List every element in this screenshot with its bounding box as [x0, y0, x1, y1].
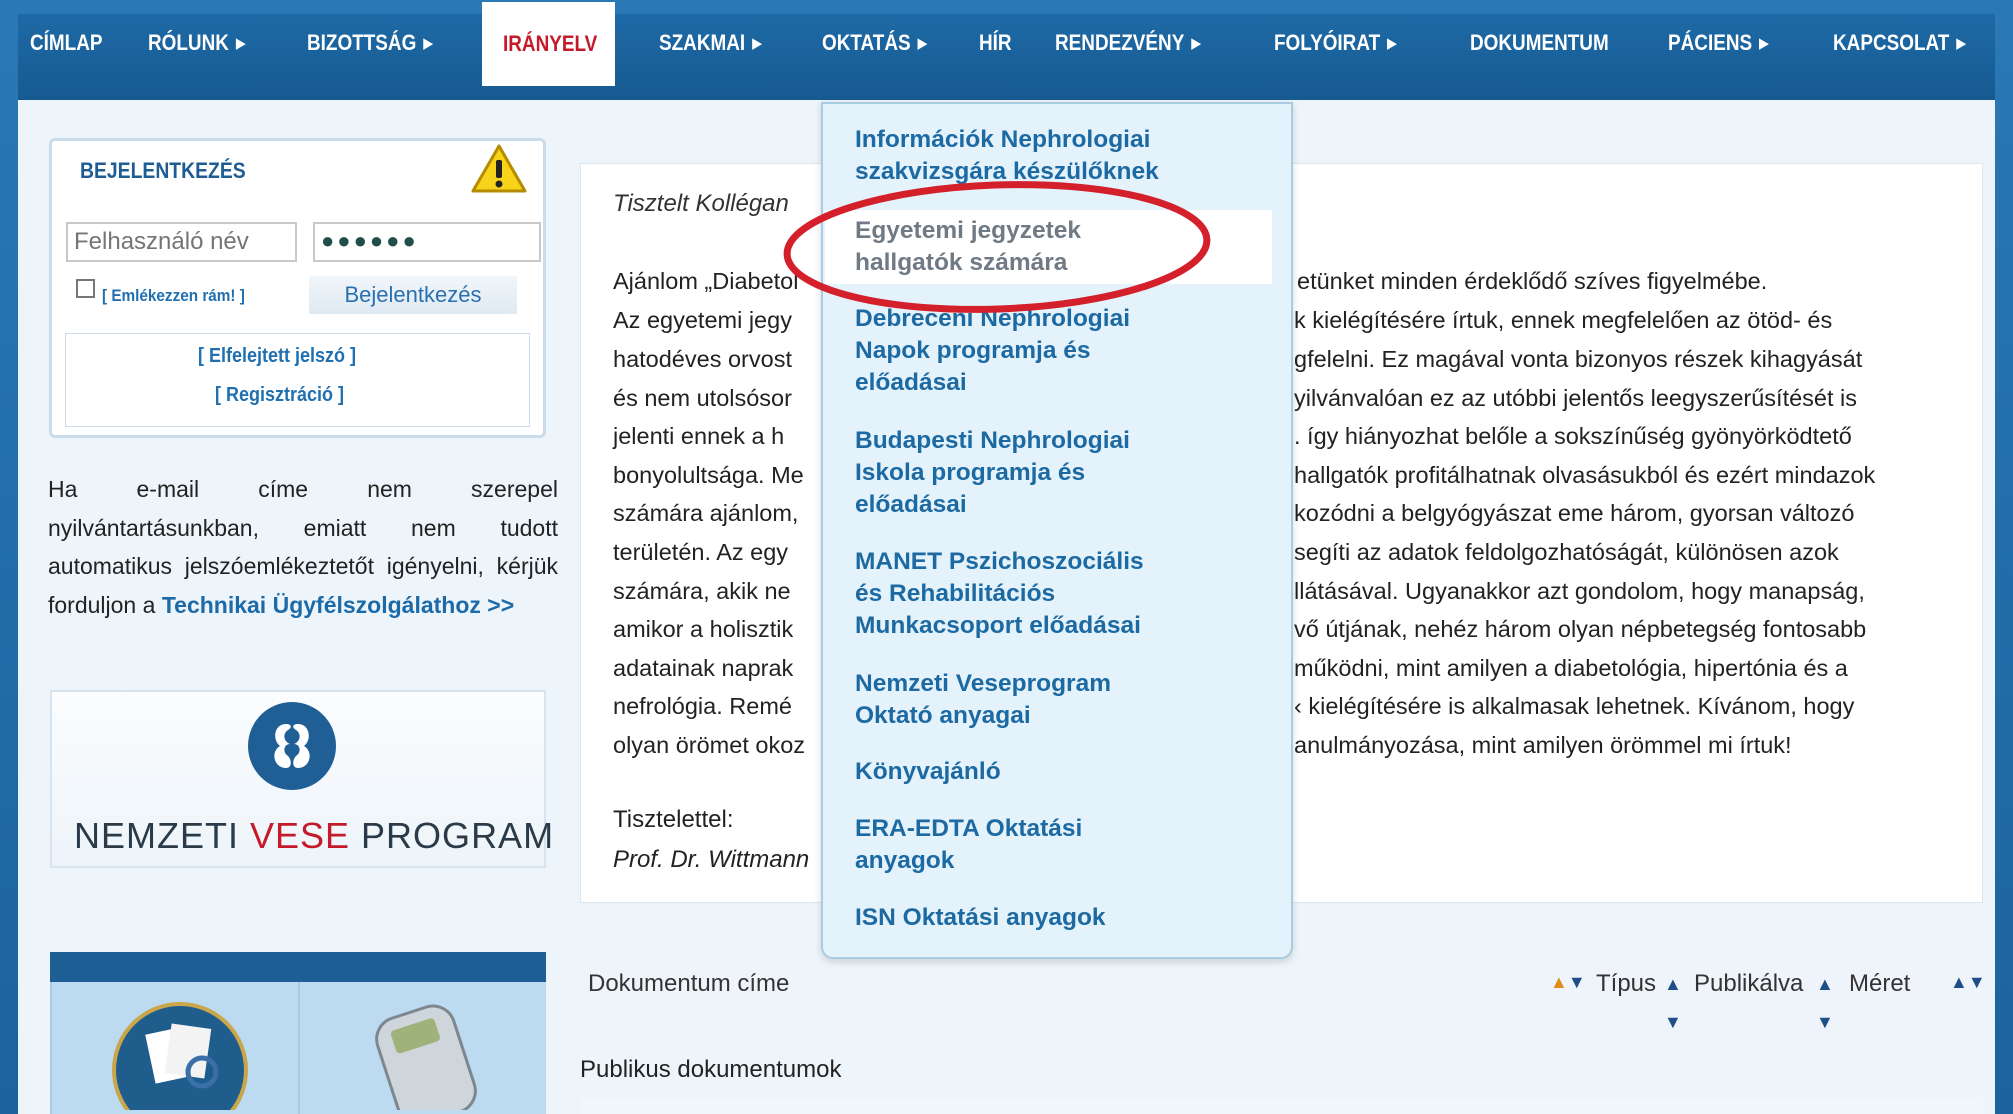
dropdown-item-budapesti[interactable]: Budapesti Nephrologiai Iskola programja é…	[855, 425, 1130, 521]
col-size-label: Méret	[1849, 970, 1911, 997]
nav-arrow-icon: ▶	[917, 35, 928, 53]
letter-line-left: területén. Az egy	[613, 539, 789, 565]
dropdown-item-konyvajanlo[interactable]: Könyvajánló	[855, 756, 1001, 788]
nav-item-hir[interactable]: HÍR	[979, 0, 1012, 86]
calculator-icon	[375, 1004, 477, 1110]
nav-arrow-icon: ▶	[235, 35, 246, 53]
nav-item-dokumentum[interactable]: DOKUMENTUM	[1470, 0, 1609, 86]
letter-line-left: számára, akik ne	[613, 578, 791, 604]
letter-line-left: amikor a holisztik	[613, 616, 794, 642]
letter-line-left: jelenti ennek a h	[613, 423, 785, 449]
nav-arrow-icon: ▶	[752, 35, 762, 53]
nav-arrow-icon: ▶	[1191, 35, 1202, 53]
nav-arrow-icon: ▶	[1956, 35, 1967, 53]
letter-line-left: nefrológia. Remé	[613, 693, 792, 719]
nav-item-rolunk[interactable]: RÓLUNK ▶	[148, 0, 246, 86]
nav-item-bizottsag[interactable]: BIZOTTSÁG ▶	[307, 0, 433, 86]
letter-line-right: . így hiányozhat belőle a sokszínűség gy…	[1294, 423, 1852, 449]
letter-line-right: anulmányozása, mint amilyen örömmel mi í…	[1294, 732, 1792, 758]
remember-checkbox[interactable]	[76, 279, 95, 298]
nav-arrow-icon: ▶	[1758, 35, 1769, 53]
letter-line-left: Ajánlom „Diabetol	[613, 268, 799, 294]
col-published-label: Publikálva	[1694, 970, 1804, 997]
sort-icon[interactable]: ▲▼	[1950, 972, 1986, 993]
dropdown-item-nemzeti-veseprogram[interactable]: Nemzeti Veseprogram Oktató anyagai	[855, 668, 1111, 732]
kidney-logo-icon	[248, 702, 336, 790]
nav-item-szakmai[interactable]: SZAKMAI ▶	[659, 0, 762, 86]
letter-line-right: vő útjának, nehéz három olyan népbetegsé…	[1294, 616, 1867, 642]
letter-line-right: segíti az adatok feldolgozhatóságát, kül…	[1294, 539, 1839, 565]
letter-line-left: számára ajánlom,	[613, 500, 799, 526]
letter-regards: Tisztelettel:	[613, 806, 734, 833]
tiles-header	[50, 952, 546, 982]
nav-item-paciens[interactable]: PÁCIENS ▶	[1668, 0, 1769, 86]
col-title-label: Dokumentum címe	[588, 970, 790, 997]
letter-signature: Prof. Dr. Wittmann	[613, 846, 810, 873]
letter-line-left: és nem utolsósor	[613, 385, 792, 411]
nav-arrow-icon: ▶	[423, 35, 434, 53]
dropdown-item-debreceni[interactable]: Debreceni Nephrologiai Napok programja és…	[855, 303, 1130, 399]
nav-item-rendezveny[interactable]: RENDEZVÉNY ▶	[1055, 0, 1201, 86]
sort-asc-icon[interactable]: ▲	[1816, 974, 1834, 995]
letter-line-left: adatainak naprak	[613, 655, 794, 681]
nvp-title: NEMZETI VESE PROGRAM	[74, 815, 555, 856]
sort-icon[interactable]: ▲▼	[1550, 972, 1586, 993]
tile-calculator[interactable]	[298, 982, 546, 1114]
nav-item-oktatas[interactable]: OKTATÁS ▶	[822, 0, 927, 86]
letter-line-right: gfelelni. Ez magával vonta bizonyos rész…	[1294, 346, 1863, 372]
letter-line-right: yilvánvalóan ez az utóbbi jelentős leegy…	[1294, 385, 1858, 411]
username-input[interactable]	[66, 222, 297, 262]
dropdown-item-era-edta[interactable]: ERA-EDTA Oktatási anyagok	[855, 813, 1082, 877]
letter-line-right: működni, mint amilyen a diabetológia, hi…	[1294, 655, 1848, 681]
nav-item-iranyelv[interactable]: IRÁNYELV	[503, 2, 597, 86]
letter-line-left: hatodéves orvost	[613, 346, 792, 372]
password-input[interactable]: ●●●●●●	[313, 222, 541, 262]
nav-item-cimlap[interactable]: CÍMLAP	[30, 0, 103, 86]
nav-arrow-icon: ▶	[1387, 35, 1397, 53]
login-button[interactable]: Bejelentkezés	[309, 276, 517, 314]
letter-greeting: Tisztelt Kollégan	[613, 190, 789, 217]
letter-line-left: olyan örömet okoz	[613, 732, 806, 758]
col-type-label: Típus	[1596, 970, 1657, 997]
letter-line-left: Az egyetemi jegy	[613, 307, 792, 333]
nav-item-folyoirat[interactable]: FOLYÓIRAT ▶	[1274, 0, 1397, 86]
forgot-password-link[interactable]: [ Elfelejtett jelszó ]	[198, 345, 356, 368]
sort-desc-icon[interactable]: ▼	[1664, 1012, 1682, 1033]
dropdown-item-manet[interactable]: MANET Pszichoszociális és Rehabilitációs M…	[855, 546, 1144, 642]
info-text: Ha e-mail címe nem szerepel nyilvántartá…	[48, 470, 558, 624]
publications-globe-icon	[112, 1002, 248, 1110]
letter-line-left: bonyolultsága. Me	[613, 462, 804, 488]
nav-item-kapcsolat[interactable]: KAPCSOLAT ▶	[1833, 0, 1966, 86]
letter-line-right: etünket minden érdeklődő szíves figyelmé…	[1297, 268, 1768, 294]
table-row[interactable]	[580, 1098, 1983, 1114]
login-title: BEJELENTKEZÉS	[80, 158, 246, 183]
letter-line-right: kozódni a belgyógyászat eme három, gyors…	[1294, 500, 1855, 526]
remember-label[interactable]: [ Emlékezzen rám! ]	[102, 286, 245, 306]
public-docs-heading: Publikus dokumentumok	[580, 1056, 842, 1083]
sort-asc-icon[interactable]: ▲	[1664, 974, 1682, 995]
letter-line-right: llátásával. Ugyanakkor azt gondolom, hog…	[1294, 578, 1865, 604]
letter-line-right: hallgatók profitálhatnak olvasásukból és…	[1294, 462, 1876, 488]
tech-support-link[interactable]: Technikai Ügyfélszolgálathoz >>	[162, 592, 514, 618]
register-link[interactable]: [ Regisztráció ]	[215, 384, 344, 407]
letter-line-right: k kielégítésére írtuk, ennek megfelelően…	[1294, 307, 1833, 333]
sort-desc-icon[interactable]: ▼	[1816, 1012, 1834, 1033]
dropdown-item-isn[interactable]: ISN Oktatási anyagok	[855, 902, 1106, 934]
tile-publications[interactable]	[50, 982, 298, 1114]
annotation-circle	[783, 181, 1211, 313]
warning-icon	[471, 144, 527, 193]
letter-line-right: ‹ kielégítésére is alkalmasak lehetnek. …	[1294, 693, 1855, 719]
